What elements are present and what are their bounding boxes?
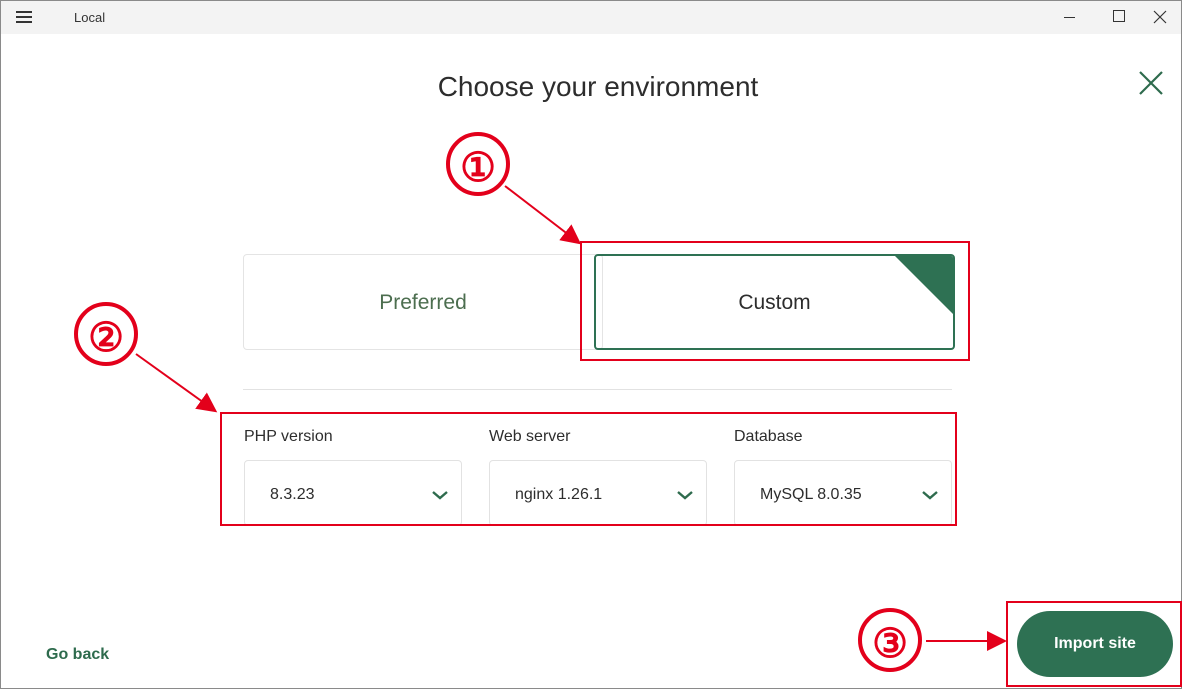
annotation-number-1: ①: [446, 132, 510, 196]
app-title: Local: [74, 10, 106, 25]
annotation-number-3: ③: [858, 608, 922, 672]
annotation-box-fields: [220, 412, 957, 526]
modal-title: Choose your environment: [437, 71, 759, 102]
env-option-label: Preferred: [379, 291, 467, 314]
go-back-link[interactable]: Go back: [46, 646, 109, 664]
env-option-preferred[interactable]: Preferred: [243, 254, 603, 350]
annotation-number-2: ②: [74, 302, 138, 366]
minimize-icon[interactable]: [1046, 1, 1092, 34]
close-icon[interactable]: [1136, 1, 1182, 34]
close-x-icon[interactable]: [1137, 69, 1165, 97]
annotation-box-import: [1006, 601, 1182, 687]
hamburger-menu-icon[interactable]: [16, 11, 32, 23]
title-bar: Local: [1, 1, 1181, 34]
annotation-box-custom: [580, 241, 970, 361]
divider: [243, 389, 952, 390]
